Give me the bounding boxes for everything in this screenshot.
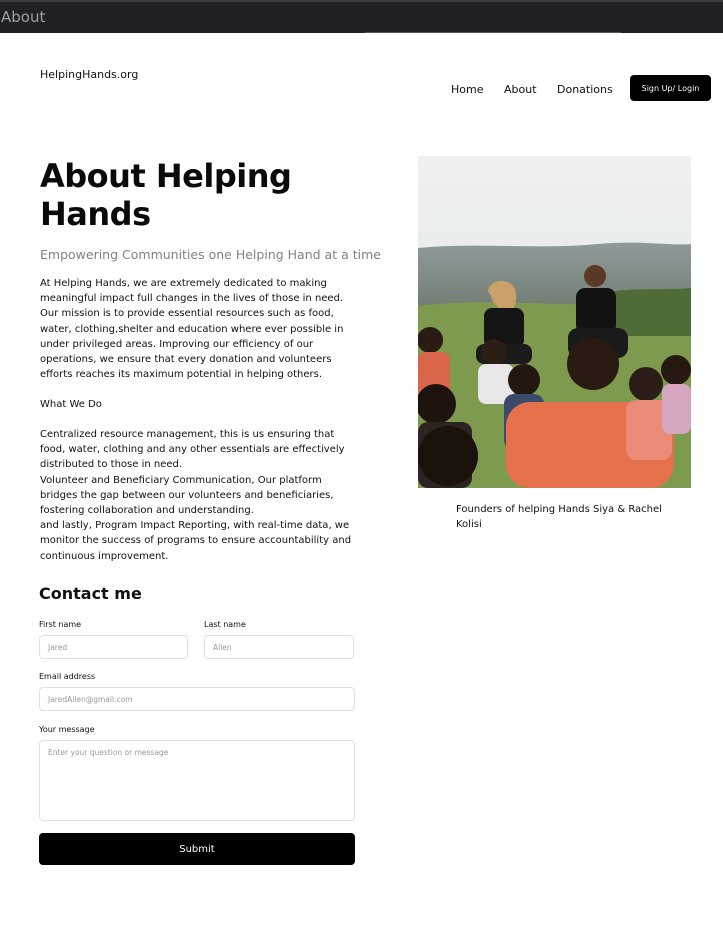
window-titlebar: About bbox=[0, 0, 723, 33]
email-label: Email address bbox=[39, 672, 96, 681]
page-title: About Helping Hands bbox=[40, 157, 292, 233]
email-field[interactable]: JaredAllen@gmail.com bbox=[39, 687, 355, 711]
founders-photo bbox=[418, 156, 691, 488]
photo-caption: Founders of helping Hands Siya & Rachel … bbox=[456, 504, 662, 530]
what-we-do-item: Centralized resource management, this is… bbox=[40, 429, 345, 471]
what-we-do-heading: What We Do bbox=[40, 399, 102, 410]
what-we-do-item: Volunteer and Beneficiary Communication,… bbox=[40, 474, 334, 517]
last-name-field[interactable]: Allen bbox=[204, 635, 354, 659]
message-label: Your message bbox=[39, 725, 95, 734]
nav-about[interactable]: About bbox=[504, 83, 537, 96]
signup-login-button[interactable]: Sign Up/ Login bbox=[630, 75, 711, 101]
nav-donations[interactable]: Donations bbox=[557, 83, 613, 96]
intro-paragraph: At Helping Hands, we are extremely dedic… bbox=[40, 278, 344, 381]
submit-button[interactable]: Submit bbox=[39, 833, 355, 865]
last-name-label: Last name bbox=[204, 620, 246, 629]
contact-title: Contact me bbox=[39, 584, 142, 603]
message-field[interactable]: Enter your question or message bbox=[39, 740, 355, 821]
first-name-field[interactable]: Jared bbox=[39, 635, 188, 659]
page-subtitle: Empowering Communities one Helping Hand … bbox=[40, 247, 381, 262]
site-logo[interactable]: HelpingHands.org bbox=[40, 68, 138, 81]
window-title: About bbox=[1, 8, 46, 26]
what-we-do-item: and lastly, Program Impact Reporting, wi… bbox=[40, 520, 352, 562]
nav-home[interactable]: Home bbox=[451, 83, 483, 96]
divider bbox=[365, 32, 621, 33]
first-name-label: First name bbox=[39, 620, 82, 629]
what-we-do-list: Centralized resource management, this is… bbox=[40, 427, 358, 564]
